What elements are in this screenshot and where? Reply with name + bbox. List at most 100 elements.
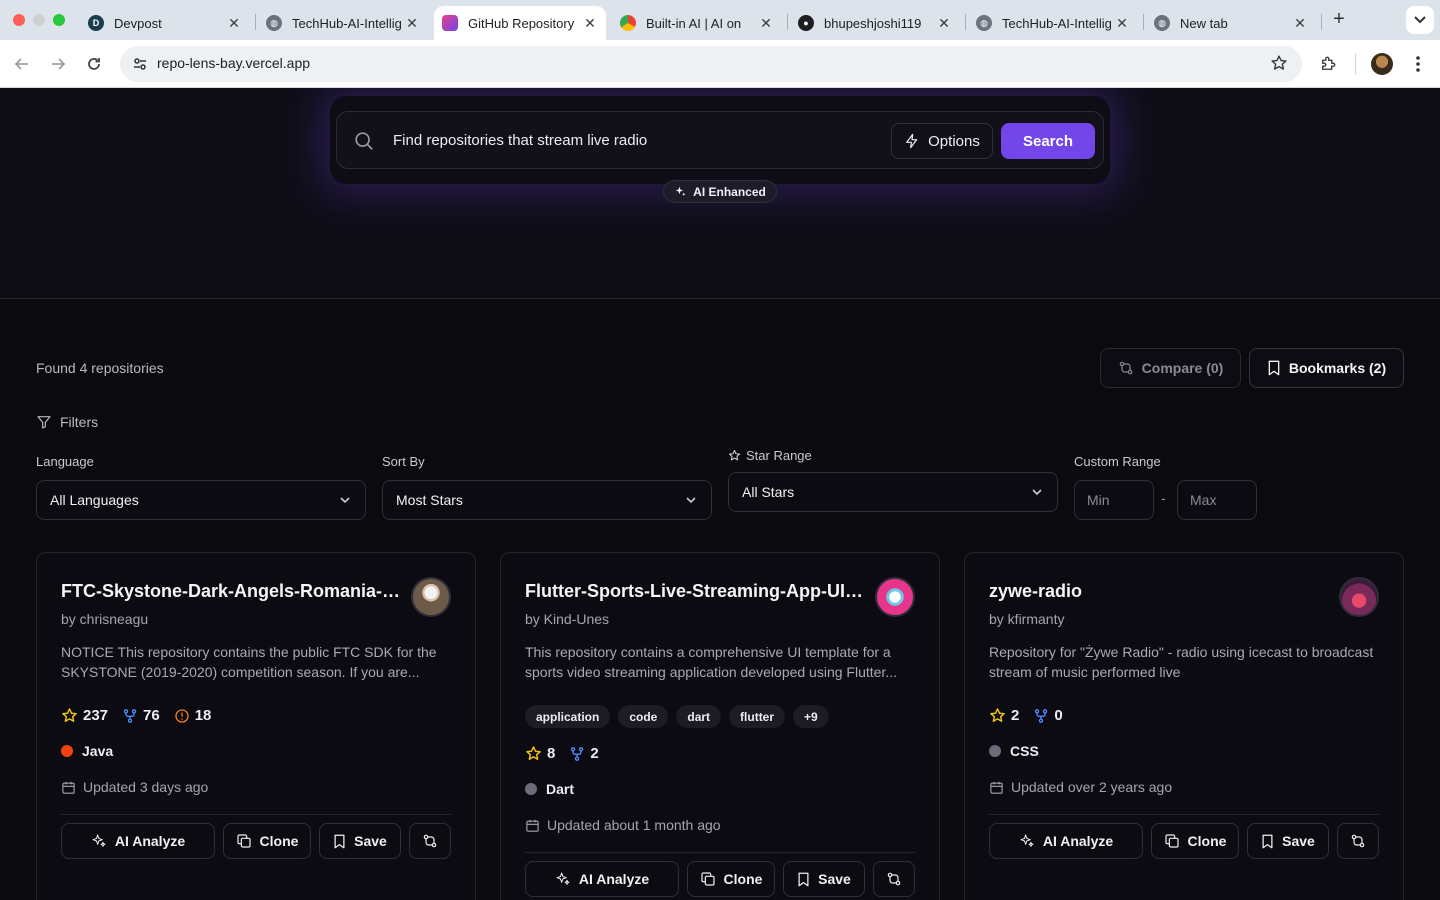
- options-button[interactable]: Options: [891, 123, 993, 159]
- search-input[interactable]: [393, 128, 863, 152]
- extensions-button[interactable]: [1316, 52, 1340, 76]
- star-range-select[interactable]: All Stars: [728, 472, 1058, 512]
- stars-stat: 237: [61, 707, 108, 724]
- repo-language: Java: [61, 743, 113, 759]
- save-label: Save: [818, 871, 851, 887]
- repo-owner[interactable]: by chrisneagu: [61, 611, 148, 627]
- repo-title[interactable]: Flutter-Sports-Live-Streaming-App-UI-T..…: [525, 581, 865, 602]
- sparkles-icon: [675, 186, 686, 196]
- chevron-down-icon: [686, 497, 696, 504]
- back-button[interactable]: [10, 52, 34, 76]
- browser-tab-techhub-1[interactable]: ◍ TechHub-AI-Intellig ✕: [258, 6, 428, 40]
- stars-count: 2: [1011, 707, 1020, 724]
- repo-language: Dart: [525, 781, 574, 797]
- forward-button[interactable]: [46, 52, 70, 76]
- browser-menu-button[interactable]: [1406, 52, 1430, 76]
- clone-label: Clone: [1187, 833, 1227, 849]
- site-info-icon[interactable]: [128, 52, 152, 76]
- browser-tab-github-repository[interactable]: GitHub Repository ✕: [434, 6, 606, 40]
- compare-toggle-button[interactable]: [873, 861, 915, 897]
- clone-button[interactable]: Clone: [687, 861, 775, 897]
- ai-analyze-button[interactable]: AI Analyze: [525, 861, 679, 897]
- window-minimize-button[interactable]: [33, 14, 45, 26]
- ai-analyze-button[interactable]: AI Analyze: [61, 823, 215, 859]
- language-value: All Languages: [50, 492, 139, 508]
- more-tags-badge[interactable]: +9: [793, 705, 829, 728]
- ai-analyze-button[interactable]: AI Analyze: [989, 823, 1143, 859]
- topic-tag[interactable]: code: [618, 705, 669, 728]
- topic-tag[interactable]: dart: [676, 705, 722, 728]
- topic-tag[interactable]: application: [525, 705, 611, 728]
- tab-close-icon[interactable]: ✕: [226, 15, 242, 32]
- compare-toggle-button[interactable]: [409, 823, 451, 859]
- globe-favicon-icon: ◍: [266, 15, 282, 31]
- filters-title: Filters: [60, 414, 99, 430]
- min-stars-input[interactable]: [1074, 480, 1154, 520]
- window-zoom-button[interactable]: [53, 14, 65, 26]
- repo-stats: 8 2: [525, 745, 599, 762]
- forks-stat: 76: [122, 707, 160, 724]
- tab-title: GitHub Repository: [468, 15, 575, 31]
- bookmark-icon: [1268, 360, 1280, 376]
- tab-close-icon[interactable]: ✕: [936, 15, 952, 32]
- repo-language: CSS: [989, 743, 1039, 759]
- language-select[interactable]: All Languages: [36, 480, 366, 520]
- compare-button[interactable]: Compare (0): [1100, 348, 1241, 388]
- clone-button[interactable]: Clone: [1151, 823, 1239, 859]
- reload-button[interactable]: [82, 52, 106, 76]
- browser-tab-techhub-2[interactable]: ◍ TechHub-AI-Intellig ✕: [968, 6, 1138, 40]
- browser-tab-built-in-ai[interactable]: Built-in AI | AI on ✕: [612, 6, 782, 40]
- tab-close-icon[interactable]: ✕: [1292, 15, 1308, 32]
- tab-title: New tab: [1180, 15, 1228, 31]
- filters-header[interactable]: Filters: [36, 414, 98, 430]
- forks-count: 76: [143, 707, 160, 724]
- custom-range-label: Custom Range: [1074, 454, 1161, 469]
- card-divider: [61, 814, 451, 815]
- toolbar-divider: [1355, 54, 1356, 74]
- tab-close-icon[interactable]: ✕: [1114, 15, 1130, 32]
- tab-close-icon[interactable]: ✕: [582, 15, 598, 32]
- repo-tags: application code dart flutter +9: [525, 705, 829, 728]
- tab-title: TechHub-AI-Intellig: [292, 15, 402, 31]
- bookmark-star-icon[interactable]: [1270, 54, 1288, 72]
- tab-search-button[interactable]: [1406, 6, 1434, 34]
- repo-card[interactable]: Flutter-Sports-Live-Streaming-App-UI-T..…: [500, 552, 940, 900]
- owner-avatar[interactable]: [875, 577, 915, 617]
- topic-tag[interactable]: flutter: [729, 705, 786, 728]
- owner-avatar[interactable]: [411, 577, 451, 617]
- tab-separator: [1143, 14, 1144, 30]
- repo-title[interactable]: zywe-radio: [989, 581, 1329, 602]
- search-button[interactable]: Search: [1001, 123, 1095, 159]
- max-stars-input[interactable]: [1177, 480, 1257, 520]
- browser-tab-devpost[interactable]: D Devpost ✕: [80, 6, 250, 40]
- owner-avatar[interactable]: [1339, 577, 1379, 617]
- clone-button[interactable]: Clone: [223, 823, 311, 859]
- repo-owner[interactable]: by kfirmanty: [989, 611, 1064, 627]
- browser-tab-github-profile[interactable]: ● bhupeshjoshi119 ✕: [790, 6, 960, 40]
- save-button[interactable]: Save: [319, 823, 401, 859]
- window-close-button[interactable]: [13, 14, 25, 26]
- profile-avatar[interactable]: [1371, 53, 1393, 75]
- save-button[interactable]: Save: [783, 861, 865, 897]
- copy-icon: [1164, 834, 1179, 848]
- browser-tab-new-tab[interactable]: ◍ New tab ✕: [1146, 6, 1316, 40]
- tab-close-icon[interactable]: ✕: [758, 15, 774, 32]
- language-color-dot: [525, 783, 537, 795]
- compare-toggle-button[interactable]: [1337, 823, 1379, 859]
- ai-analyze-label: AI Analyze: [114, 833, 186, 849]
- sort-select[interactable]: Most Stars: [382, 480, 712, 520]
- save-button[interactable]: Save: [1247, 823, 1329, 859]
- repo-card[interactable]: zywe-radio by kfirmanty Repository for "…: [964, 552, 1404, 900]
- repo-title[interactable]: FTC-Skystone-Dark-Angels-Romania-2...: [61, 581, 401, 602]
- address-bar[interactable]: repo-lens-bay.vercel.app: [120, 46, 1302, 82]
- repo-card[interactable]: FTC-Skystone-Dark-Angels-Romania-2... by…: [36, 552, 476, 900]
- forks-stat: 0: [1033, 707, 1063, 724]
- puzzle-icon: [1322, 56, 1336, 70]
- ai-analyze-label: AI Analyze: [578, 871, 650, 887]
- tab-close-icon[interactable]: ✕: [404, 15, 420, 32]
- repo-owner[interactable]: by Kind-Unes: [525, 611, 609, 627]
- bookmarks-button[interactable]: Bookmarks (2): [1249, 348, 1404, 388]
- new-tab-button[interactable]: +: [1328, 8, 1350, 32]
- browser-toolbar: repo-lens-bay.vercel.app: [0, 40, 1440, 88]
- sparkles-icon: [92, 834, 106, 847]
